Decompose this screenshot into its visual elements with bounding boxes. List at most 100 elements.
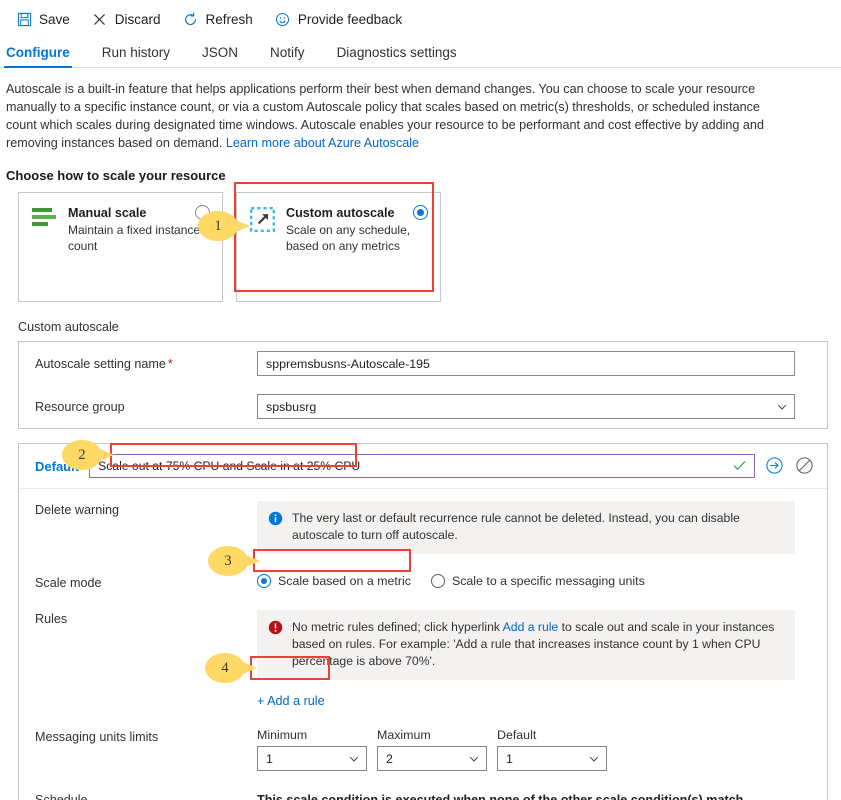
delete-warning-label: Delete warning: [35, 503, 120, 517]
dashed-box-arrow-icon: [249, 205, 276, 289]
info-icon: [268, 510, 283, 544]
discard-label: Discard: [114, 11, 161, 27]
messaging-units-limits-label: Messaging units limits: [35, 730, 159, 744]
radio-units-indicator: [430, 574, 445, 588]
move-right-arrow-icon[interactable]: [765, 456, 785, 476]
save-button[interactable]: Save: [16, 4, 70, 34]
scale-condition-name-value: Scale out at 75% CPU and Scale in at 25%…: [98, 459, 361, 473]
limit-maximum-label: Maximum: [377, 728, 431, 742]
resource-group-select[interactable]: spsbusrg: [257, 394, 795, 419]
close-x-icon: [92, 11, 108, 27]
delete-warning-row: Delete warning The very last or default …: [19, 493, 827, 562]
delete-warning-message: The very last or default recurrence rule…: [257, 501, 795, 554]
scale-condition-name-input[interactable]: Scale out at 75% CPU and Scale in at 25%…: [89, 454, 755, 478]
scale-mode-label: Scale mode: [35, 576, 102, 590]
resource-group-label: Resource group: [35, 399, 125, 414]
limit-minimum-select[interactable]: 1: [257, 746, 367, 771]
intro-paragraph: Autoscale is a built-in feature that hel…: [0, 68, 790, 152]
limit-maximum-value: 2: [386, 751, 393, 766]
limit-default-value: 1: [506, 751, 513, 766]
tab-json-label: JSON: [202, 45, 239, 60]
rules-message-body: No metric rules defined; click hyperlink…: [292, 619, 783, 670]
custom-autoscale-panel: Autoscale setting name * sppremsbusns-Aut…: [18, 341, 828, 429]
limit-maximum: Maximum 2: [377, 728, 487, 771]
limit-maximum-select[interactable]: 2: [377, 746, 487, 771]
setting-name-value: sppremsbusns-Autoscale-195: [266, 356, 430, 371]
refresh-button[interactable]: Refresh: [183, 4, 253, 34]
tab-configure[interactable]: Configure: [4, 45, 72, 68]
tab-diagnostics-label: Diagnostics settings: [336, 45, 457, 60]
feedback-label: Provide feedback: [297, 11, 403, 27]
required-asterisk: *: [167, 356, 173, 371]
limit-minimum-value: 1: [266, 751, 273, 766]
scale-metric-label: Scale based on a metric: [278, 574, 411, 588]
checkmark-icon: [733, 459, 746, 474]
tab-run-history[interactable]: Run history: [100, 45, 172, 67]
add-rule-row: + Add a rule: [19, 688, 827, 718]
manual-scale-subtitle: Maintain a fixed instance count: [68, 223, 201, 253]
autoscale-setting-name-label: Autoscale setting name *: [35, 357, 257, 371]
manual-scale-title: Manual scale: [68, 206, 147, 220]
tab-configure-label: Configure: [6, 45, 70, 60]
resource-group-value: spsbusrg: [266, 399, 317, 414]
no-entry-icon[interactable]: [795, 456, 815, 476]
add-rule-link[interactable]: + Add a rule: [257, 694, 325, 708]
smiley-face-icon: [275, 11, 291, 27]
command-bar: Save Discard Refresh Provide feedback: [0, 0, 841, 38]
rules-message-pre: No metric rules defined; click hyperlink: [292, 620, 503, 634]
scale-to-specific-units-radio[interactable]: Scale to a specific messaging units: [430, 574, 645, 588]
error-icon: [268, 619, 283, 670]
rules-row: Rules No metric rules defined; click hyp…: [19, 602, 827, 688]
tab-json[interactable]: JSON: [200, 45, 240, 67]
discard-button[interactable]: Discard: [92, 4, 161, 34]
scale-based-on-metric-radio[interactable]: Scale based on a metric: [257, 574, 411, 588]
custom-autoscale-title: Custom autoscale: [286, 206, 395, 220]
autoscale-configure-page: Save Discard Refresh Provide feedback Co…: [0, 0, 841, 800]
rules-label: Rules: [35, 612, 68, 626]
limit-default: Default 1: [497, 728, 607, 771]
schedule-row: Schedule This scale condition is execute…: [19, 779, 827, 800]
schedule-label: Schedule: [35, 793, 88, 800]
custom-autoscale-radio[interactable]: [413, 205, 428, 220]
manual-scale-radio[interactable]: [195, 205, 210, 220]
limit-minimum-label: Minimum: [257, 728, 308, 742]
chevron-down-icon: [589, 756, 599, 762]
tab-diagnostics-settings[interactable]: Diagnostics settings: [335, 45, 459, 67]
limit-default-label: Default: [497, 728, 537, 742]
scale-condition-panel: Default Scale out at 75% CPU and Scale i…: [18, 443, 828, 800]
rules-error-message: No metric rules defined; click hyperlink…: [257, 610, 795, 680]
scale-units-label: Scale to a specific messaging units: [451, 574, 645, 588]
tab-bar: Configure Run history JSON Notify Diagno…: [0, 38, 841, 68]
add-rule-spacer: [35, 692, 257, 694]
tab-notify-label: Notify: [270, 45, 305, 60]
scale-condition-header: Default Scale out at 75% CPU and Scale i…: [19, 444, 827, 489]
limit-default-select[interactable]: 1: [497, 746, 607, 771]
refresh-label: Refresh: [205, 11, 253, 27]
rules-add-rule-link[interactable]: Add a rule: [503, 620, 559, 634]
setting-name-label-text: Autoscale setting name: [35, 356, 166, 371]
green-bars-icon: [32, 205, 58, 289]
tab-run-history-label: Run history: [101, 45, 171, 60]
messaging-units-limits-row: Messaging units limits Minimum 1 Maximum: [19, 718, 827, 779]
autoscale-setting-name-row: Autoscale setting name * sppremsbusns-Aut…: [19, 342, 827, 385]
tab-notify[interactable]: Notify: [268, 45, 307, 67]
radio-metric-indicator: [257, 574, 271, 588]
resource-group-row: Resource group spsbusrg: [19, 385, 827, 428]
save-label: Save: [39, 11, 70, 27]
custom-autoscale-subtitle: Scale on any schedule, based on any metr…: [286, 223, 411, 253]
custom-autoscale-card[interactable]: Custom autoscale Scale on any schedule, …: [236, 192, 441, 302]
provide-feedback-button[interactable]: Provide feedback: [275, 4, 402, 34]
schedule-text: This scale condition is executed when no…: [257, 793, 744, 800]
manual-scale-card[interactable]: Manual scale Maintain a fixed instance c…: [18, 192, 223, 302]
scale-condition-title: Default: [35, 458, 80, 474]
autoscale-setting-name-input[interactable]: sppremsbusns-Autoscale-195: [257, 351, 795, 376]
scale-choice-cards: Manual scale Maintain a fixed instance c…: [0, 192, 841, 302]
page-title: Choose how to scale your resource: [6, 168, 226, 183]
delete-warning-text: The very last or default recurrence rule…: [292, 511, 740, 542]
learn-more-link[interactable]: Learn more about Azure Autoscale: [226, 136, 419, 150]
limit-minimum: Minimum 1: [257, 728, 367, 771]
scale-mode-row: Scale mode Scale based on a metric Scale…: [19, 562, 827, 602]
chevron-down-icon: [777, 404, 787, 410]
chevron-down-icon: [349, 756, 359, 762]
refresh-icon: [183, 11, 199, 27]
